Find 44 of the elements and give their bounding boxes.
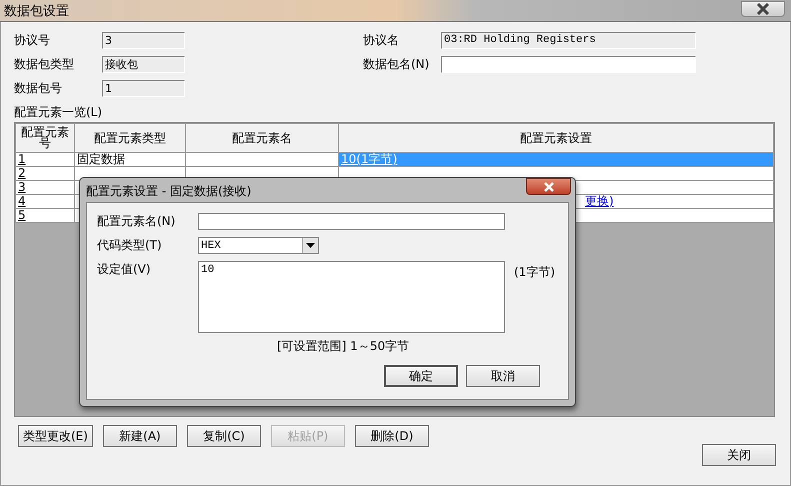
readonly-field: 3 [102, 32, 185, 49]
range-note: [可设置范围] 1～50字节 [277, 338, 410, 355]
close-window-button[interactable]: 关闭 [702, 444, 776, 466]
row-number[interactable]: 1 [18, 152, 26, 166]
row-number[interactable]: 3 [18, 180, 26, 194]
row-number[interactable]: 5 [18, 208, 26, 222]
window-title: 数据包设置 [4, 2, 69, 20]
field-label: 数据包号 [14, 80, 63, 97]
field-label: 协议名 [363, 32, 400, 49]
close-icon [542, 182, 556, 192]
close-icon [756, 2, 770, 14]
readonly-field: 1 [102, 80, 185, 97]
dropdown[interactable]: HEX [198, 237, 319, 254]
setting-link[interactable]: 更换) [585, 194, 614, 208]
input-field[interactable] [441, 56, 696, 73]
list-label: 配置元素一览(L) [14, 105, 104, 119]
close-button[interactable] [741, 0, 785, 16]
cancel-button[interactable]: 取消 [466, 365, 540, 387]
action-button[interactable]: 新建(A) [102, 425, 177, 447]
ok-button[interactable]: 确定 [384, 365, 458, 387]
dialog-title: 配置元素设置 - 固定数据(接收) [86, 183, 252, 200]
readonly-field: 接收包 [102, 56, 185, 73]
field-label: 数据包名(N) [363, 56, 430, 73]
readonly-field: 03:RD Holding Registers [441, 32, 696, 49]
caret-icon [306, 243, 315, 248]
column-header[interactable]: 配置元素类型 [74, 124, 186, 152]
action-button[interactable]: 删除(D) [354, 425, 429, 447]
field-label: 设定值(V) [97, 261, 152, 278]
input-field[interactable] [198, 213, 505, 230]
field-label: 数据包类型 [14, 56, 75, 73]
column-header[interactable]: 配置元素号 [16, 124, 74, 152]
row-number[interactable]: 2 [18, 166, 26, 180]
field-label: 代码类型(T) [97, 237, 163, 254]
action-button[interactable]: 类型更改(E) [18, 425, 93, 447]
row-number[interactable]: 4 [18, 194, 26, 208]
column-header[interactable]: 配置元素设置 [338, 124, 774, 152]
close-button[interactable] [526, 178, 571, 195]
field-label: 配置元素名(N) [97, 213, 176, 230]
unit-label: (1字节) [514, 264, 555, 281]
table-cell: 固定数据 [77, 152, 125, 166]
column-header[interactable]: 配置元素名 [186, 124, 338, 152]
value-textarea[interactable]: 10 [198, 261, 505, 333]
action-button[interactable]: 复制(C) [186, 425, 261, 447]
field-label: 协议号 [14, 32, 51, 49]
